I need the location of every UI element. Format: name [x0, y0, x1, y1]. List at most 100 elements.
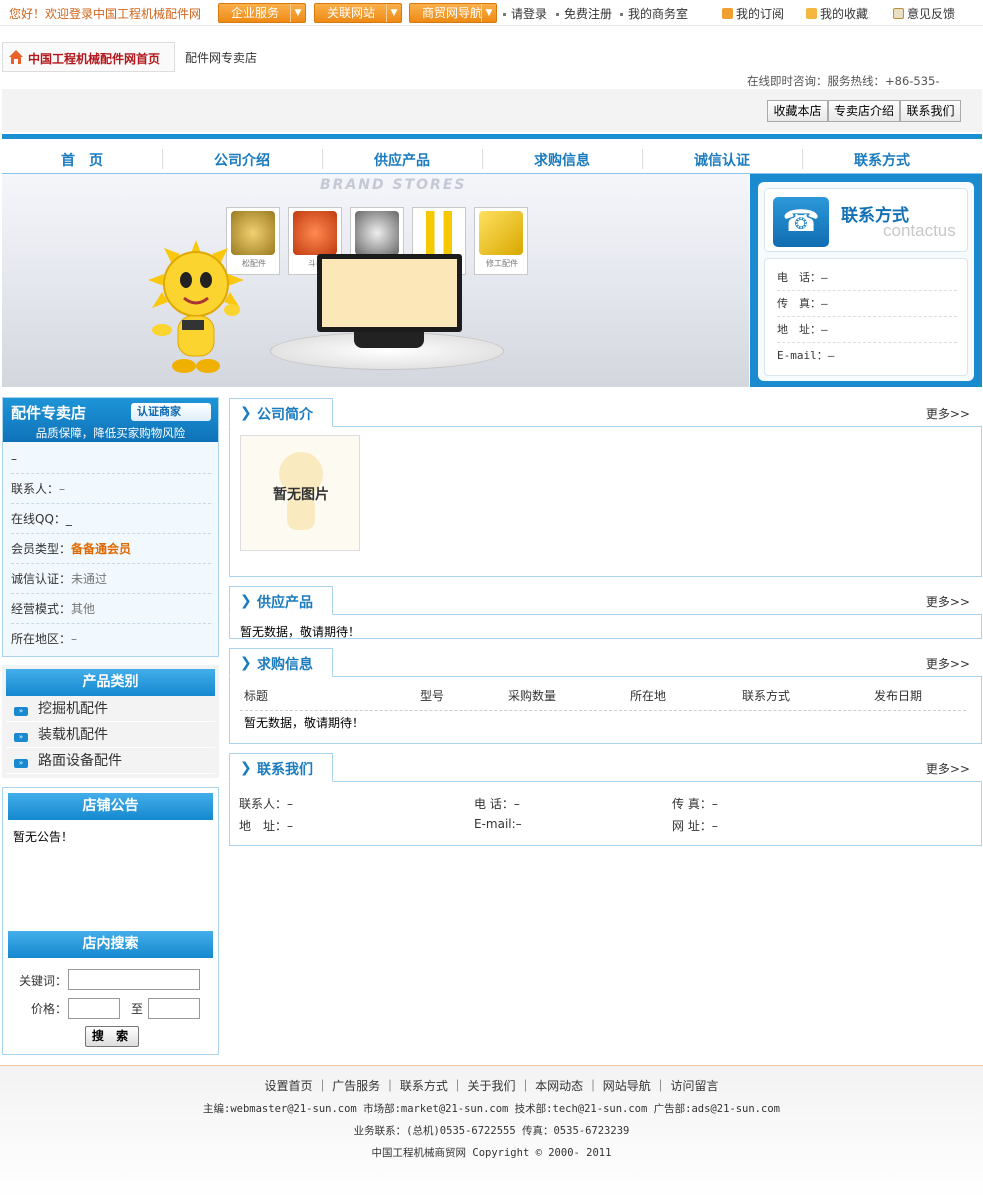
contact-email-text: E-mail:– — [474, 817, 522, 831]
footer-link-guestbook[interactable]: 访问留言 — [670, 1079, 718, 1093]
supply-empty-text: 暂无数据，敬请期待！ — [240, 625, 361, 639]
nav-purchase-info[interactable]: 求购信息 — [482, 144, 642, 178]
row-label: 联系人： — [11, 482, 60, 496]
bullet-icon — [620, 13, 623, 16]
shop-info-row: 会员类型：备备通会员 — [11, 534, 211, 564]
shop-info-row: 在线QQ：_ — [11, 504, 211, 534]
nav-company-intro[interactable]: 公司介绍 — [162, 144, 322, 178]
product-image — [479, 211, 523, 255]
arrow-right-icon: ❯ — [240, 655, 252, 671]
register-link[interactable]: 免费注册 — [556, 5, 612, 22]
trade-nav-dropdown[interactable]: 商贸网导航 ▼ — [409, 3, 497, 23]
search-button[interactable]: 搜 索 — [85, 1026, 139, 1047]
purchase-more-link[interactable]: 更多>> — [926, 655, 970, 672]
no-image-text: 暂无图片 — [273, 487, 329, 503]
double-arrow-icon: » — [14, 707, 28, 716]
contact-email: E-mail：– — [777, 349, 835, 362]
supply-title: 供应产品 — [257, 595, 313, 611]
contact-panel-title-en: contactus — [883, 221, 956, 240]
contact-us-button[interactable]: 联系我们 — [900, 100, 961, 122]
feedback-link[interactable]: 意见反馈 — [893, 5, 955, 22]
category-box: 产品类别 » 挖掘机配件 » 装载机配件 » 路面设备配件 — [2, 665, 219, 778]
supply-tab: ❯ 供应产品 — [229, 586, 333, 615]
chevron-down-icon: ▼ — [290, 4, 305, 22]
nav-supply-products[interactable]: 供应产品 — [322, 144, 482, 178]
favorites-label: 我的收藏 — [820, 7, 869, 21]
arrow-right-icon: ❯ — [240, 405, 252, 421]
contact-section-header: ❯ 联系我们 更多>> — [229, 753, 982, 782]
column-header-contact: 联系方式 — [742, 689, 791, 703]
home-link-label: 中国工程机械配件网首页 — [28, 52, 161, 66]
table-divider — [240, 710, 966, 711]
row-label: 所在地区： — [11, 632, 72, 646]
shop-intro-button[interactable]: 专卖店介绍 — [828, 100, 900, 122]
contact-panel: ☎ 联系方式 contactus 电 话：– 传 真：– 地 址：– E-mai… — [750, 174, 982, 387]
sun-mascot-icon — [148, 240, 244, 373]
shop-info-row: 所在地区：– — [11, 624, 211, 654]
category-item[interactable]: » 挖掘机配件 — [6, 696, 215, 722]
keyword-input[interactable] — [68, 969, 200, 990]
profile-section-body: 暂无图片 — [229, 427, 982, 577]
row-label: 经营模式： — [11, 602, 72, 616]
monitor-stand — [354, 332, 424, 348]
shop-info-row: 经营模式：其他 — [11, 594, 211, 624]
price-max-input[interactable] — [148, 998, 200, 1019]
row-value: – — [71, 632, 78, 646]
category-label: 路面设备配件 — [38, 753, 122, 769]
contact-more-link[interactable]: 更多>> — [926, 760, 970, 777]
nav-home[interactable]: 首 页 — [2, 144, 162, 178]
banner-brand-text: BRAND STORES — [320, 177, 467, 193]
home-link[interactable]: 中国工程机械配件网首页 — [2, 42, 175, 72]
phone-icon: ☎ — [773, 197, 829, 247]
favorites-link[interactable]: 我的收藏 — [806, 5, 868, 22]
double-arrow-icon: » — [14, 733, 28, 742]
shop-info-subtitle: 品质保障，降低买家购物风险 — [35, 426, 186, 440]
home-icon — [9, 50, 23, 64]
notice-title: 店铺公告 — [8, 793, 213, 820]
contact-website-text: 网 址：– — [672, 819, 718, 833]
enterprise-service-dropdown[interactable]: 企业服务 ▼ — [218, 3, 306, 23]
contact-panel-body: 电 话：– 传 真：– 地 址：– E-mail：– — [764, 258, 968, 376]
row-value: 其他 — [71, 602, 96, 616]
product-image — [293, 211, 337, 255]
arrow-right-icon: ❯ — [240, 593, 252, 609]
contact-phone-text: 电 话：– — [474, 797, 520, 811]
category-label: 装载机配件 — [38, 727, 108, 743]
shop-info-title: 配件专卖店 — [11, 404, 87, 422]
profile-more-link[interactable]: 更多>> — [926, 405, 970, 422]
supply-more-link[interactable]: 更多>> — [926, 593, 970, 610]
purchase-empty-text: 暂无数据，敬请期待！ — [244, 716, 365, 730]
product-image — [417, 211, 461, 255]
nav-credit-cert[interactable]: 诚信认证 — [642, 144, 802, 178]
monitor-image — [317, 254, 462, 332]
footer-link-news[interactable]: 本网动态 — [535, 1079, 583, 1093]
subscribe-link[interactable]: 我的订阅 — [722, 5, 784, 22]
category-item[interactable]: » 路面设备配件 — [6, 748, 215, 774]
bookmark-shop-button[interactable]: 收藏本店 — [767, 100, 828, 122]
search-title: 店内搜索 — [8, 931, 213, 958]
nav-contact[interactable]: 联系方式 — [802, 144, 962, 178]
contact-title: 联系我们 — [257, 762, 313, 778]
footer-link-about[interactable]: 关于我们 — [467, 1079, 515, 1093]
pencil-icon — [893, 8, 904, 19]
category-label: 挖掘机配件 — [38, 701, 108, 717]
shop-company-name: – — [11, 452, 17, 466]
footer-link-sitemap[interactable]: 网站导航 — [603, 1079, 651, 1093]
price-min-input[interactable] — [68, 998, 120, 1019]
related-sites-dropdown[interactable]: 关联网站 ▼ — [314, 3, 402, 23]
contact-phone: 电 话：– — [777, 265, 957, 291]
shop-info-row: – — [11, 444, 211, 474]
contact-section-body: 联系人：– 电 话：– 传 真：– 地 址：– E-mail:– 网 址：– — [229, 782, 982, 846]
row-value: – — [59, 482, 66, 496]
product-caption: 修工配件 — [486, 259, 518, 268]
feedback-label: 意见反馈 — [907, 7, 956, 21]
office-link[interactable]: 我的商务室 — [620, 5, 688, 22]
related-sites-label: 关联网站 — [327, 6, 376, 20]
login-link[interactable]: 请登录 — [503, 5, 547, 22]
footer-link-ads[interactable]: 广告服务 — [332, 1079, 380, 1093]
category-item[interactable]: » 装载机配件 — [6, 722, 215, 748]
footer-copyright: 中国工程机械商贸网 Copyright © 2000- 2011 — [371, 1147, 612, 1159]
footer-link-set-home[interactable]: 设置首页 — [265, 1079, 313, 1093]
footer-link-contact[interactable]: 联系方式 — [400, 1079, 448, 1093]
double-arrow-icon: » — [14, 759, 28, 768]
